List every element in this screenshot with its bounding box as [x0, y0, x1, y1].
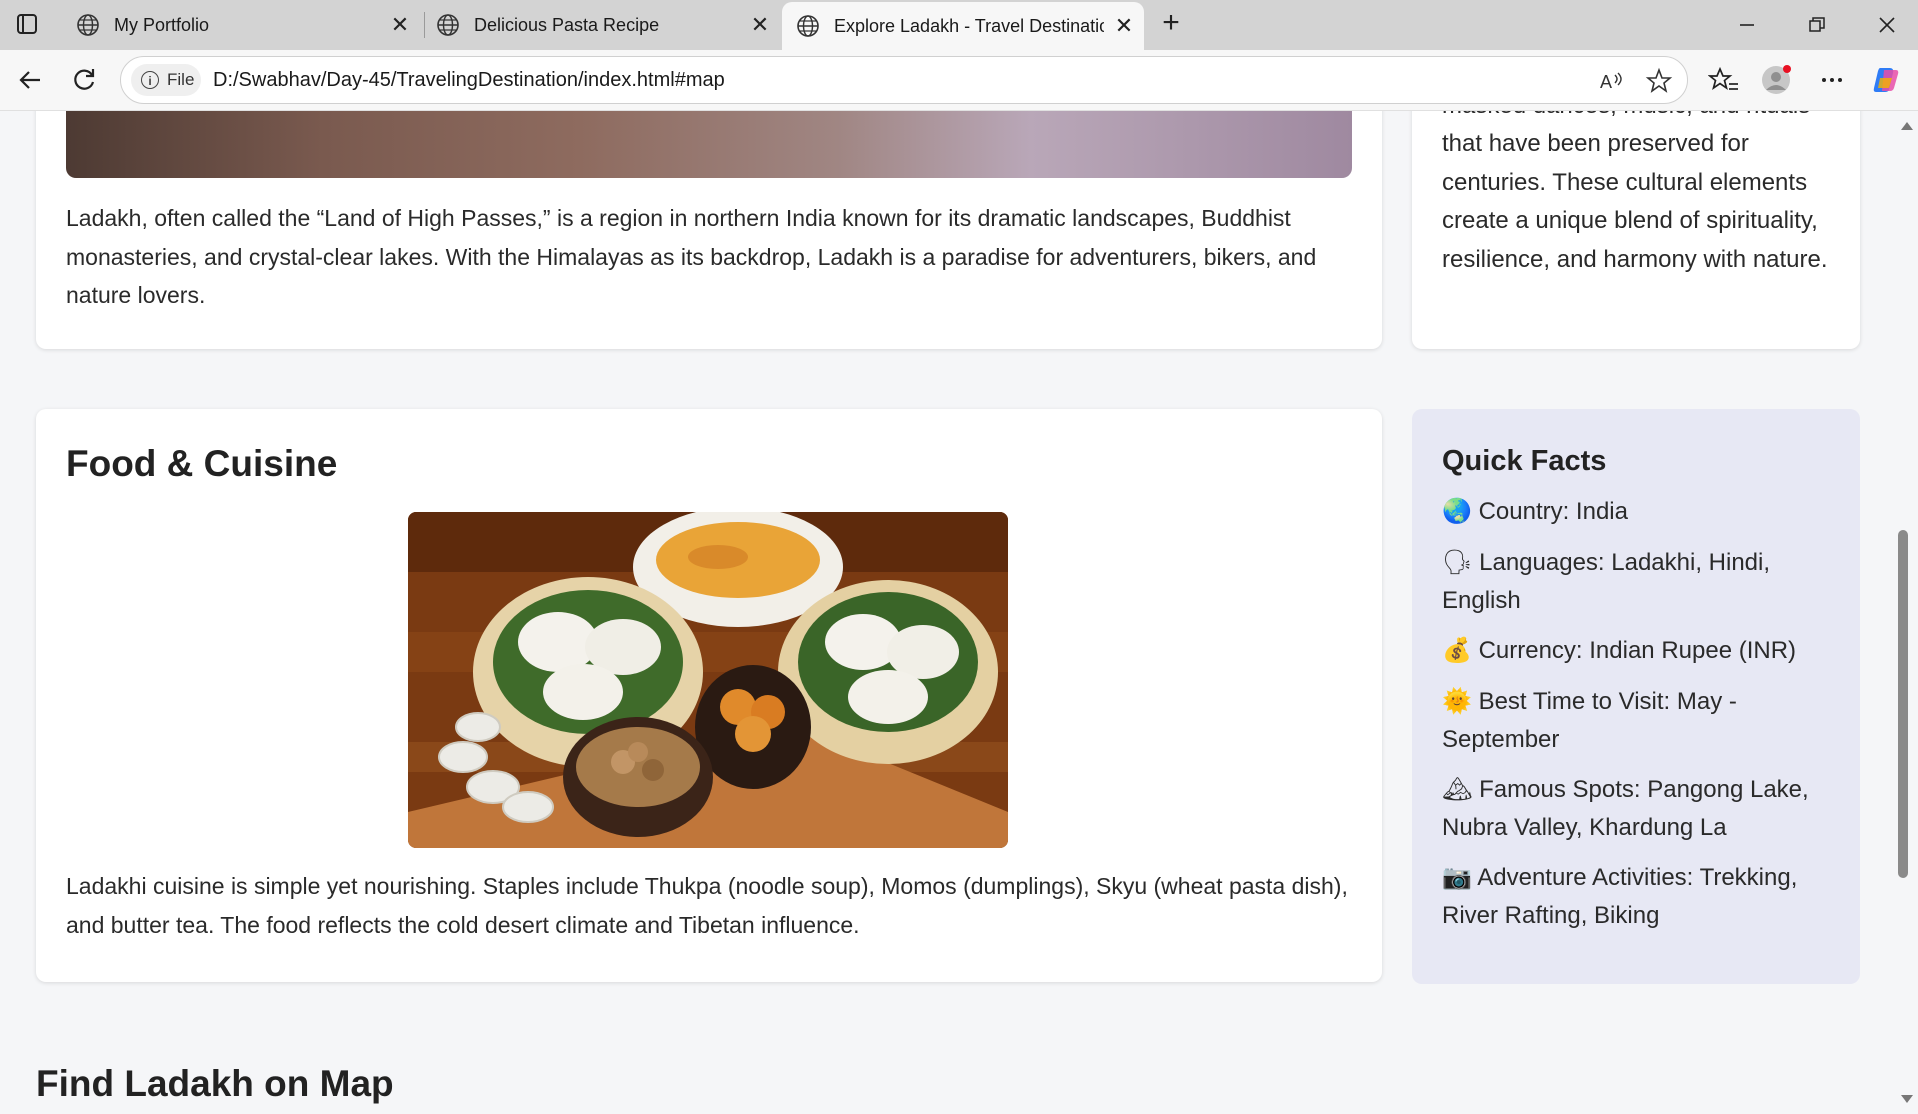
mountain-icon: 🏔: [1442, 776, 1473, 803]
ladakhi-food-image: [408, 512, 1008, 848]
fact-best-time: 🌞 Best Time to Visit: May - September: [1442, 683, 1842, 759]
quick-facts-card: Quick Facts 🌏 Country: India 🗣 Languages…: [1412, 409, 1860, 984]
fact-text: Famous Spots: Pangong Lake, Nubra Valley…: [1442, 776, 1809, 841]
copilot-icon[interactable]: [1870, 64, 1902, 96]
globe-icon: [797, 15, 819, 37]
ladakh-landscape-image: [66, 111, 1352, 178]
close-tab-icon[interactable]: ✕: [1104, 13, 1144, 39]
food-paragraph: Ladakhi cuisine is simple yet nourishing…: [66, 873, 1348, 938]
tab-pasta-recipe[interactable]: Delicious Pasta Recipe ✕: [422, 0, 780, 50]
fact-languages: 🗣 Languages: Ladakhi, Hindi, English: [1442, 544, 1842, 620]
quick-facts-title: Quick Facts: [1442, 445, 1607, 477]
url-text[interactable]: D:/Swabhav/Day-45/TravelingDestination/i…: [213, 69, 725, 92]
close-tab-icon[interactable]: ✕: [740, 12, 780, 38]
fact-text: Best Time to Visit: May - September: [1442, 688, 1737, 753]
speaking-head-icon: 🗣: [1442, 549, 1473, 576]
tab-title: My Portfolio: [114, 14, 210, 35]
minimize-window-icon[interactable]: [1712, 0, 1782, 50]
back-arrow-icon[interactable]: [14, 64, 46, 96]
map-section-title: Find Ladakh on Map: [36, 1063, 394, 1104]
culture-partial-line: masked dances, music, and rituals: [1442, 111, 1842, 126]
tab-my-portfolio[interactable]: My Portfolio ✕: [62, 0, 420, 50]
scroll-down-arrow-icon[interactable]: [1900, 1094, 1914, 1104]
tab-title: Explore Ladakh - Travel Destinatio: [834, 15, 1104, 36]
globe-icon: [77, 14, 99, 36]
globe-icon: [437, 14, 459, 36]
camera-icon: 📷: [1442, 864, 1472, 891]
restore-window-icon[interactable]: [1782, 0, 1852, 50]
fact-text: Adventure Activities: Trekking, River Ra…: [1442, 864, 1798, 929]
site-info-label: File: [167, 70, 195, 89]
more-options-icon[interactable]: [1816, 64, 1848, 96]
favorite-star-icon[interactable]: [1645, 67, 1673, 95]
site-info-button[interactable]: i File: [131, 64, 201, 96]
browser-toolbar: i File D:/Swabhav/Day-45/TravelingDestin…: [0, 50, 1918, 111]
fact-text: Currency: Indian Rupee (INR): [1478, 637, 1797, 664]
food-card: Food & Cuisine Ladakhi cuisine is simple…: [36, 409, 1382, 982]
profile-avatar-icon[interactable]: [1760, 64, 1792, 96]
fact-text: Country: India: [1478, 498, 1628, 525]
address-bar[interactable]: i File D:/Swabhav/Day-45/TravelingDestin…: [120, 56, 1688, 104]
svg-text:A: A: [1600, 72, 1612, 92]
tab-strip: My Portfolio ✕ Delicious Pasta Recipe ✕ …: [0, 0, 1918, 50]
page-viewport: Ladakh, often called the “Land of High P…: [0, 111, 1896, 1114]
tab-explore-ladakh[interactable]: Explore Ladakh - Travel Destinatio ✕: [782, 2, 1144, 50]
globe-emoji-icon: 🌏: [1442, 498, 1472, 525]
fact-country: 🌏 Country: India: [1442, 493, 1842, 531]
fact-adventure: 📷 Adventure Activities: Trekking, River …: [1442, 859, 1842, 935]
fact-famous-spots: 🏔 Famous Spots: Pangong Lake, Nubra Vall…: [1442, 771, 1842, 847]
intro-paragraph: Ladakh, often called the “Land of High P…: [66, 205, 1317, 308]
close-window-icon[interactable]: [1852, 0, 1918, 50]
intro-card: Ladakh, often called the “Land of High P…: [36, 111, 1382, 349]
food-section-title: Food & Cuisine: [66, 443, 338, 484]
scroll-up-arrow-icon[interactable]: [1900, 121, 1914, 131]
fact-currency: 💰 Currency: Indian Rupee (INR): [1442, 632, 1842, 670]
tab-title: Delicious Pasta Recipe: [474, 14, 660, 35]
culture-paragraph: that have been preserved for centuries. …: [1442, 130, 1828, 273]
fact-text: Languages: Ladakhi, Hindi, English: [1442, 549, 1771, 614]
new-tab-plus-icon[interactable]: +: [1156, 8, 1186, 38]
scrollbar-thumb[interactable]: [1898, 530, 1908, 878]
money-bag-icon: 💰: [1442, 637, 1472, 664]
close-tab-icon[interactable]: ✕: [380, 12, 420, 38]
read-aloud-icon[interactable]: A: [1597, 67, 1625, 95]
tab-actions-icon[interactable]: [14, 11, 40, 37]
favorites-icon[interactable]: [1708, 64, 1740, 96]
info-icon: i: [141, 71, 159, 89]
refresh-icon[interactable]: [68, 64, 100, 96]
culture-card: masked dances, music, and rituals that h…: [1412, 111, 1860, 349]
sun-icon: 🌞: [1442, 688, 1472, 715]
